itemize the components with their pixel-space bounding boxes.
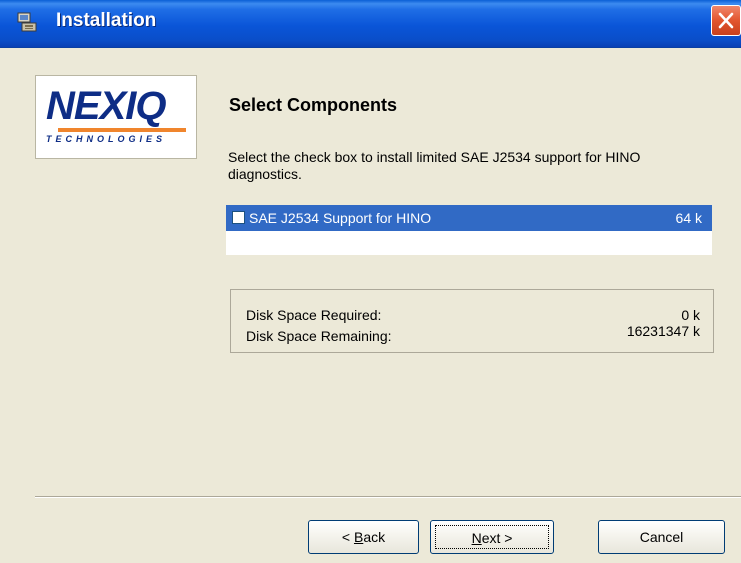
back-button-label: ack <box>363 529 386 545</box>
back-button-prefix: < <box>341 529 354 545</box>
disk-space-panel: Disk Space Required: 0 k Disk Space Rema… <box>230 289 714 353</box>
component-label: SAE J2534 Support for HINO <box>249 210 432 226</box>
disk-remaining-value: 16231347 k <box>626 323 700 339</box>
back-button-mnemonic: B <box>353 529 364 545</box>
next-button[interactable]: Next > <box>430 520 554 554</box>
logo-wordmark: NEXIQ <box>46 84 166 128</box>
close-button[interactable] <box>711 5 741 36</box>
title-bar[interactable]: Installation <box>0 0 741 48</box>
component-size: 64 k <box>675 210 702 226</box>
back-button[interactable]: < Back <box>308 520 419 554</box>
disk-required-value: 0 k <box>681 307 700 323</box>
installer-icon <box>16 10 40 34</box>
nexiq-logo: NEXIQ TECHNOLOGIES <box>35 75 197 159</box>
cancel-button[interactable]: Cancel <box>598 520 725 554</box>
next-button-mnemonic: N <box>471 530 482 546</box>
logo-tagline: TECHNOLOGIES <box>46 134 167 144</box>
component-item-hino[interactable]: SAE J2534 Support for HINO 64 k <box>226 205 712 231</box>
installer-window: Installation NEXIQ TECHNOLOGIES Select C… <box>0 0 741 563</box>
component-checkbox[interactable] <box>232 211 245 224</box>
window-title: Installation <box>56 10 157 31</box>
disk-required-label: Disk Space Required: <box>246 307 382 323</box>
disk-remaining-label: Disk Space Remaining: <box>246 328 392 344</box>
component-list[interactable]: SAE J2534 Support for HINO 64 k <box>226 205 712 255</box>
page-title: Select Components <box>229 95 398 115</box>
logo-accent-bar <box>58 128 186 132</box>
footer-divider <box>35 496 741 498</box>
next-button-label: ext > <box>481 530 513 546</box>
next-button-focus: Next > <box>435 525 549 549</box>
page-description: Select the check box to install limited … <box>228 149 641 182</box>
